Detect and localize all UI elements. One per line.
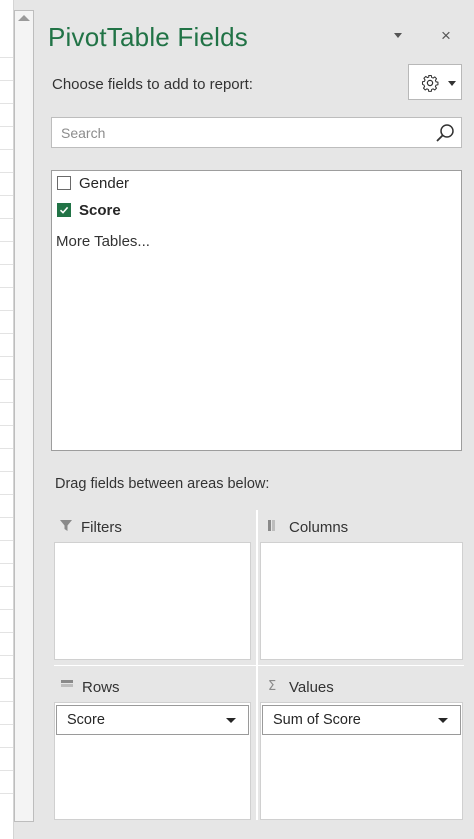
- close-icon[interactable]: ×: [441, 26, 451, 46]
- search-input[interactable]: [59, 124, 433, 142]
- pivottable-fields-pane: PivotTable Fields × Choose fields to add…: [36, 0, 474, 839]
- filters-drop-zone[interactable]: [54, 542, 251, 660]
- choose-fields-label: Choose fields to add to report:: [52, 76, 253, 93]
- values-label: Values: [289, 679, 334, 696]
- pane-title: PivotTable Fields: [48, 22, 248, 52]
- field-search-box[interactable]: [51, 117, 462, 148]
- field-label: Score: [79, 202, 121, 219]
- field-list: Gender Score More Tables...: [51, 170, 462, 451]
- search-icon[interactable]: [435, 123, 455, 143]
- more-tables-link[interactable]: More Tables...: [56, 233, 150, 250]
- columns-label: Columns: [289, 519, 349, 536]
- chip-label: Score: [67, 712, 105, 728]
- filters-label: Filters: [81, 519, 122, 536]
- chevron-down-icon[interactable]: [226, 718, 236, 723]
- values-field-chip-sum-of-score[interactable]: Sum of Score: [262, 705, 461, 735]
- worksheet-edge: [0, 0, 14, 839]
- chevron-down-icon[interactable]: [438, 718, 448, 723]
- columns-icon: [268, 520, 275, 531]
- gear-icon: [421, 74, 439, 92]
- rows-label: Rows: [82, 679, 120, 696]
- pane-options-dropdown-icon[interactable]: [394, 33, 402, 38]
- tools-settings-button[interactable]: [408, 64, 462, 100]
- chevron-down-icon: [448, 81, 456, 86]
- vertical-scrollbar[interactable]: [14, 10, 34, 822]
- sigma-icon: Σ: [268, 679, 276, 694]
- area-divider-horizontal: [54, 665, 464, 666]
- rows-icon: [61, 680, 73, 687]
- field-label: Gender: [79, 175, 130, 192]
- rows-field-chip-score[interactable]: Score: [56, 705, 249, 735]
- chip-label: Sum of Score: [273, 712, 361, 728]
- scroll-up-arrow-icon[interactable]: [18, 15, 30, 21]
- columns-drop-zone[interactable]: [260, 542, 463, 660]
- svg-text:Σ: Σ: [268, 679, 276, 694]
- checkbox-unchecked[interactable]: [57, 176, 71, 190]
- drag-fields-label: Drag fields between areas below:: [55, 476, 270, 492]
- filter-icon: [60, 520, 72, 531]
- checkmark-icon: [59, 206, 69, 214]
- checkbox-checked[interactable]: [57, 203, 71, 217]
